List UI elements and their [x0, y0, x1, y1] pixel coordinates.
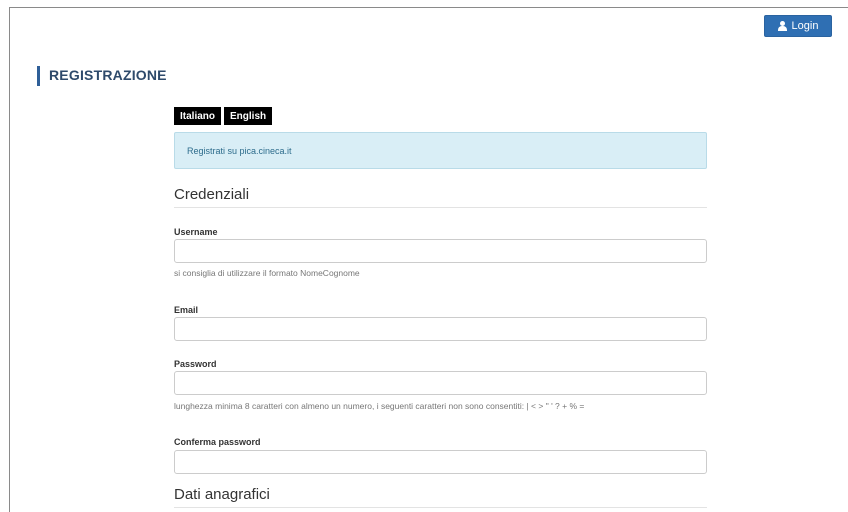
- password-label: Password: [174, 359, 217, 369]
- lang-tab-english[interactable]: English: [224, 107, 273, 125]
- password-input[interactable]: [174, 371, 707, 395]
- confirm-password-input[interactable]: [174, 450, 707, 474]
- user-icon: [777, 21, 787, 31]
- email-label: Email: [174, 305, 199, 315]
- section-personal-data-title: Dati anagrafici: [174, 486, 707, 508]
- lang-tab-italiano[interactable]: Italiano: [174, 107, 222, 125]
- info-alert-text: Registrati su pica.cineca.it: [187, 145, 292, 156]
- confirm-password-label: Conferma password: [174, 437, 261, 447]
- password-help-text: lunghezza minima 8 caratteri con almeno …: [174, 401, 585, 411]
- email-input[interactable]: [174, 317, 707, 341]
- username-label: Username: [174, 227, 218, 237]
- login-button[interactable]: Login: [764, 15, 832, 37]
- language-tabs: Italiano English: [174, 107, 273, 125]
- login-button-label: Login: [791, 20, 819, 32]
- section-credentials-title: Credenziali: [174, 186, 707, 208]
- username-help-text: si consiglia di utilizzare il formato No…: [174, 268, 360, 278]
- info-alert: Registrati su pica.cineca.it: [174, 132, 707, 169]
- page-title: REGISTRAZIONE: [49, 67, 167, 83]
- title-accent-bar: [37, 66, 40, 86]
- username-input[interactable]: [174, 239, 707, 263]
